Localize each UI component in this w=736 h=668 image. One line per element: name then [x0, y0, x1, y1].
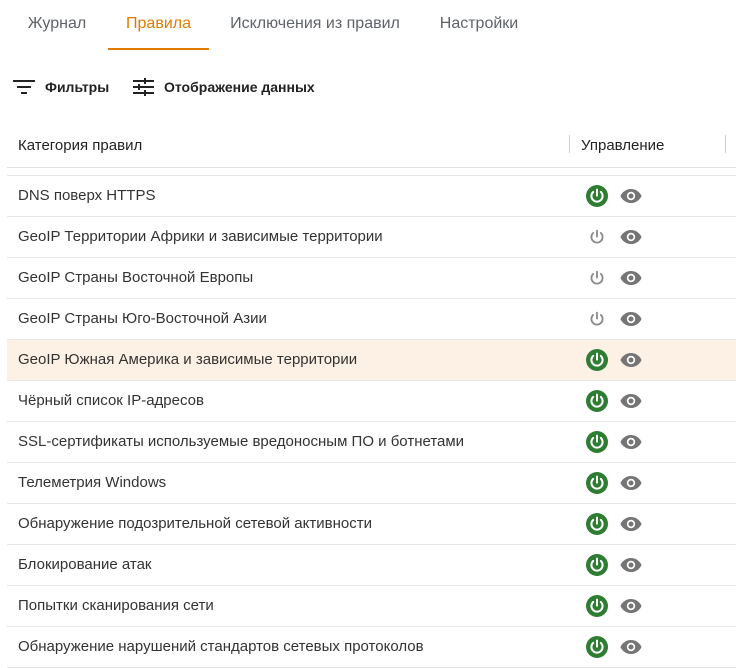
table-row[interactable]: Чёрный список IP-адресов — [7, 381, 736, 422]
tab-bar: Журнал Правила Исключения из правил Наст… — [0, 0, 736, 52]
eye-icon[interactable] — [619, 471, 643, 495]
power-off-icon[interactable] — [585, 266, 609, 290]
table-header: Категория правил Управление — [7, 126, 736, 168]
eye-icon[interactable] — [619, 225, 643, 249]
power-on-icon[interactable] — [585, 389, 609, 413]
column-divider[interactable] — [725, 135, 726, 153]
eye-icon[interactable] — [619, 266, 643, 290]
table-row[interactable]: DNS поверх HTTPS — [7, 176, 736, 217]
rule-category-name: Чёрный список IP-адресов — [18, 392, 204, 409]
eye-icon[interactable] — [619, 512, 643, 536]
rule-category-name: DNS поверх HTTPS — [18, 187, 156, 204]
rules-table: Категория правил Управление DNS поверх H… — [7, 126, 736, 668]
power-on-icon[interactable] — [585, 430, 609, 454]
data-display-label: Отображение данных — [164, 79, 315, 95]
power-on-icon[interactable] — [585, 184, 609, 208]
eye-icon[interactable] — [619, 348, 643, 372]
tune-icon — [133, 78, 154, 96]
tab-settings[interactable]: Настройки — [427, 0, 531, 50]
power-on-icon[interactable] — [585, 553, 609, 577]
table-row[interactable]: Телеметрия Windows — [7, 463, 736, 504]
eye-icon[interactable] — [619, 307, 643, 331]
eye-icon[interactable] — [619, 430, 643, 454]
rule-category-name: GeoIP Страны Восточной Европы — [18, 269, 254, 286]
table-row[interactable]: Обнаружение нарушений стандартов сетевых… — [7, 627, 736, 668]
table-row[interactable]: GeoIP Территории Африки и зависимые терр… — [7, 217, 736, 258]
eye-icon[interactable] — [619, 389, 643, 413]
power-on-icon[interactable] — [585, 348, 609, 372]
rule-category-name: Обнаружение подозрительной сетевой актив… — [18, 515, 372, 532]
table-row[interactable]: GeoIP Страны Восточной Европы — [7, 258, 736, 299]
column-header-management: Управление — [581, 137, 665, 154]
eye-icon[interactable] — [619, 594, 643, 618]
table-body: DNS поверх HTTPS GeoIP Территории Африки … — [7, 176, 736, 668]
column-divider[interactable] — [569, 135, 570, 153]
table-row[interactable]: Обнаружение подозрительной сетевой актив… — [7, 504, 736, 545]
rule-category-name: SSL-сертификаты используемые вредоносным… — [18, 433, 465, 450]
power-on-icon[interactable] — [585, 635, 609, 659]
table-row[interactable]: GeoIP Страны Юго-Восточной Азии — [7, 299, 736, 340]
power-on-icon[interactable] — [585, 471, 609, 495]
eye-icon[interactable] — [619, 635, 643, 659]
tab-rules[interactable]: Правила — [108, 0, 209, 50]
power-off-icon[interactable] — [585, 225, 609, 249]
power-off-icon[interactable] — [585, 307, 609, 331]
filters-label: Фильтры — [45, 79, 110, 95]
power-on-icon[interactable] — [585, 512, 609, 536]
rule-category-name: GeoIP Территории Африки и зависимые терр… — [18, 228, 383, 245]
power-on-icon[interactable] — [585, 594, 609, 618]
table-row[interactable]: Попытки сканирования сети — [7, 586, 736, 627]
tab-rule-exceptions[interactable]: Исключения из правил — [219, 0, 411, 50]
rule-category-name: Телеметрия Windows — [18, 474, 167, 491]
rule-category-name: GeoIP Южная Америка и зависимые территор… — [18, 351, 358, 368]
rule-category-name: GeoIP Страны Юго-Восточной Азии — [18, 310, 267, 327]
rule-category-name: Блокирование атак — [18, 556, 152, 573]
filter-icon — [13, 80, 35, 94]
filters-button[interactable]: Фильтры — [13, 78, 109, 96]
rule-category-name: Попытки сканирования сети — [18, 597, 214, 614]
table-row[interactable]: SSL-сертификаты используемые вредоносным… — [7, 422, 736, 463]
table-row[interactable]: GeoIP Южная Америка и зависимые территор… — [7, 340, 736, 381]
table-row[interactable]: Блокирование атак — [7, 545, 736, 586]
rule-category-name: Обнаружение нарушений стандартов сетевых… — [18, 638, 424, 655]
header-gap — [7, 168, 736, 176]
tab-journal[interactable]: Журнал — [18, 0, 96, 50]
eye-icon[interactable] — [619, 184, 643, 208]
column-header-category[interactable]: Категория правил — [18, 137, 142, 154]
eye-icon[interactable] — [619, 553, 643, 577]
data-display-button[interactable]: Отображение данных — [133, 78, 315, 96]
